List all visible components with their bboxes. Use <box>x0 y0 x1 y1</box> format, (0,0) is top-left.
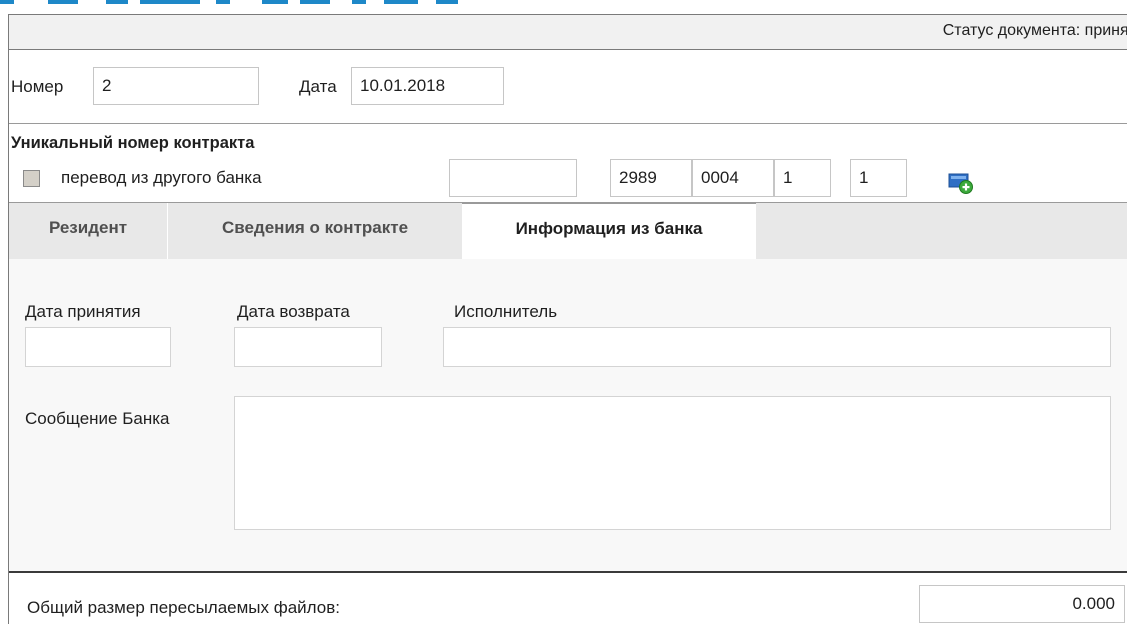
date-label: Дата <box>299 77 337 96</box>
contract-part-3-field[interactable]: 0004 <box>692 159 774 197</box>
document-header-row: Номер 2 Дата 10.01.2018 <box>9 50 1127 124</box>
contract-part-2-field[interactable]: 2989 <box>610 159 692 197</box>
transfer-checkbox[interactable] <box>23 170 40 187</box>
return-date-field[interactable] <box>234 327 382 367</box>
document-status: Статус документа: принят <box>942 22 1127 39</box>
add-record-icon[interactable] <box>948 172 974 194</box>
acceptance-date-label: Дата принятия <box>25 302 141 321</box>
tab-resident[interactable]: Резидент <box>9 203 167 259</box>
number-label: Номер <box>11 77 64 96</box>
contract-number-title: Уникальный номер контракта <box>11 134 255 152</box>
number-field[interactable]: 2 <box>93 67 259 105</box>
executor-field[interactable] <box>443 327 1111 367</box>
executor-label: Исполнитель <box>454 302 558 321</box>
return-date-label: Дата возврата <box>237 302 350 321</box>
bank-info-panel: Дата принятия Дата возврата Исполнитель … <box>9 259 1127 572</box>
acceptance-date-field[interactable] <box>25 327 171 367</box>
header-accent-stripe <box>0 0 1127 4</box>
files-size-field: 0.000 <box>919 585 1125 623</box>
transfer-label: перевод из другого банка <box>61 168 262 187</box>
tab-bank-info[interactable]: Информация из банка <box>462 203 756 260</box>
contract-number-section: Уникальный номер контракта перевод из др… <box>9 124 1127 202</box>
tab-bar: Резидент Сведения о контракте Информация… <box>9 202 1127 260</box>
contract-part-5-field[interactable]: 1 <box>850 159 907 197</box>
document-form: Статус документа: принят Номер 2 Дата 10… <box>8 14 1127 625</box>
contract-part-1-field[interactable] <box>449 159 577 197</box>
files-summary-row: Общий размер пересылаемых файлов: 0.000 <box>9 573 1127 625</box>
date-field[interactable]: 10.01.2018 <box>351 67 504 105</box>
files-size-label: Общий размер пересылаемых файлов: <box>27 598 340 617</box>
tab-contract-details[interactable]: Сведения о контракте <box>168 203 462 259</box>
bank-message-textarea[interactable] <box>234 396 1111 530</box>
contract-part-4-field[interactable]: 1 <box>774 159 831 197</box>
status-bar: Статус документа: принят <box>9 15 1127 50</box>
bank-message-label: Сообщение Банка <box>25 409 170 428</box>
